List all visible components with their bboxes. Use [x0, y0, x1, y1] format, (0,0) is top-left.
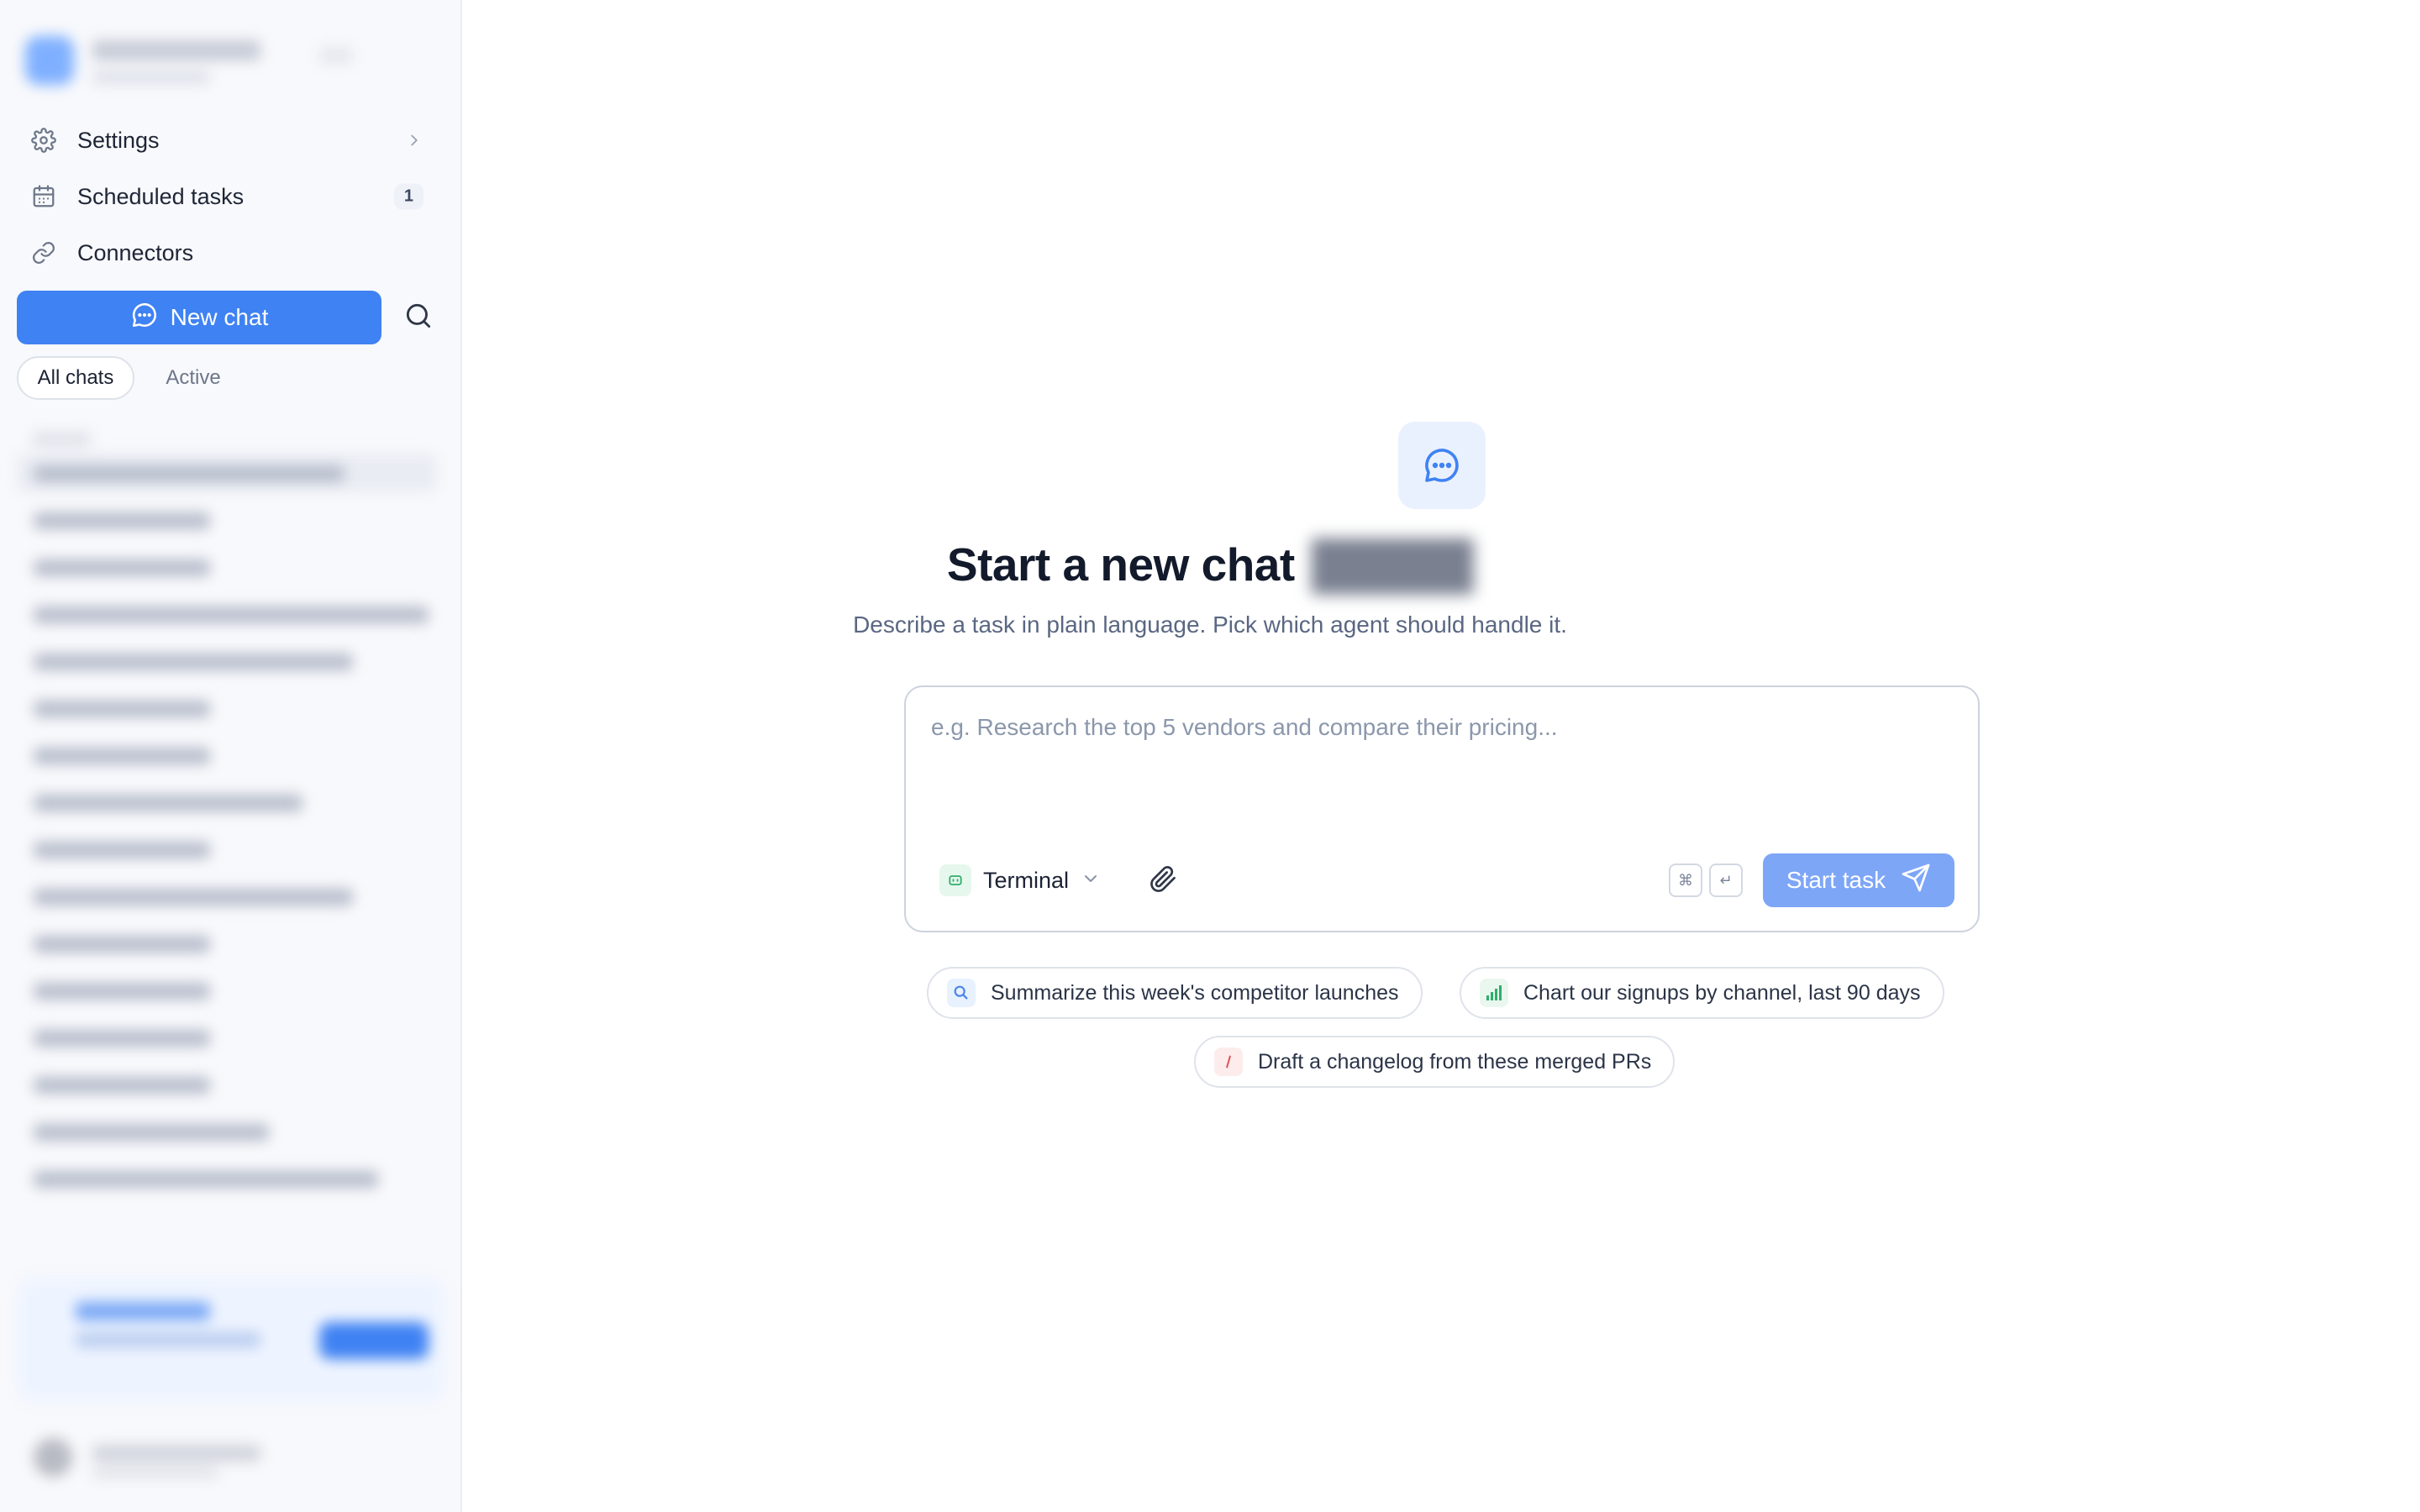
- send-icon: [1901, 863, 1931, 899]
- chat-history-item[interactable]: [17, 877, 437, 916]
- chat-history-item[interactable]: [17, 642, 437, 680]
- count-badge: 1: [393, 183, 424, 210]
- avatar: [34, 1438, 72, 1477]
- chat-bubble-icon: [1398, 422, 1486, 509]
- chat-history-item[interactable]: [17, 1018, 437, 1057]
- sidebar-item-scheduled-tasks[interactable]: Scheduled tasks 1: [17, 171, 437, 222]
- new-chat-button[interactable]: New chat: [17, 291, 381, 344]
- suggestion-label: Chart our signups by channel, last 90 da…: [1523, 980, 1921, 1005]
- chat-bubble-icon: [130, 301, 159, 335]
- chat-history-item[interactable]: [17, 501, 437, 539]
- cmd-key-hint: ⌘: [1669, 864, 1702, 897]
- user-profile[interactable]: [25, 1428, 437, 1487]
- chevron-right-icon: [405, 131, 424, 150]
- magnifier-icon: [947, 979, 976, 1007]
- tab-all-chats[interactable]: All chats: [17, 356, 134, 400]
- paperclip-icon: [1148, 864, 1178, 898]
- workspace-name: [92, 40, 260, 60]
- redacted-agent-name: █████: [1311, 538, 1474, 591]
- workspace-switcher-icon: [319, 47, 353, 64]
- suggestion-chip[interactable]: Chart our signups by channel, last 90 da…: [1460, 967, 1944, 1019]
- tab-active[interactable]: Active: [151, 356, 235, 400]
- chat-section-heading: [32, 432, 91, 447]
- document-icon: [1214, 1047, 1243, 1076]
- link-icon: [29, 238, 59, 268]
- chevron-down-icon: [1081, 869, 1101, 893]
- upgrade-description: [76, 1332, 260, 1347]
- suggestion-label: Draft a changelog from these merged PRs: [1258, 1049, 1652, 1074]
- task-input[interactable]: [929, 712, 1941, 808]
- new-chat-label: New chat: [170, 304, 269, 330]
- terminal-agent-icon: [939, 864, 971, 896]
- chat-history-item[interactable]: [17, 1159, 437, 1198]
- chat-history-item[interactable]: [17, 783, 437, 822]
- start-task-label: Start task: [1786, 867, 1886, 893]
- workspace-subtitle: [92, 71, 210, 84]
- agent-selector[interactable]: Terminal: [939, 862, 1101, 899]
- chat-history-item[interactable]: [17, 454, 437, 492]
- suggestion-label: Summarize this week's competitor launche…: [991, 980, 1399, 1005]
- sidebar-item-label: Connectors: [77, 239, 194, 265]
- workspace-header[interactable]: [25, 32, 445, 91]
- upgrade-card: [17, 1277, 445, 1403]
- sidebar-item-label: Scheduled tasks: [77, 183, 245, 209]
- search-chats-button[interactable]: [398, 297, 439, 338]
- user-name: [92, 1445, 260, 1462]
- chat-history-item[interactable]: [17, 971, 437, 1010]
- start-task-button[interactable]: Start task: [1763, 853, 1954, 907]
- sidebar-item-connectors[interactable]: Connectors: [17, 228, 437, 278]
- chat-history-item[interactable]: [17, 689, 437, 727]
- upgrade-button[interactable]: [319, 1322, 429, 1359]
- sidebar-item-label: Settings: [77, 127, 160, 153]
- sidebar-item-settings[interactable]: Settings: [17, 115, 437, 165]
- suggestion-chip[interactable]: Draft a changelog from these merged PRs: [1194, 1036, 1676, 1088]
- user-email: [92, 1467, 218, 1478]
- sidebar: Settings Scheduled tasks 1 Connectors Ne…: [0, 0, 462, 1512]
- agent-name: Terminal: [983, 867, 1070, 893]
- workspace-avatar: [25, 36, 74, 85]
- chat-history-item[interactable]: [17, 736, 437, 774]
- enter-key-hint: ↵: [1709, 864, 1743, 897]
- chat-history-item[interactable]: [17, 924, 437, 963]
- calendar-icon: [29, 181, 59, 212]
- suggestion-chip[interactable]: Summarize this week's competitor launche…: [927, 967, 1423, 1019]
- chat-history-item[interactable]: [17, 830, 437, 869]
- attach-file-button[interactable]: [1144, 862, 1181, 899]
- upgrade-title: [76, 1302, 210, 1320]
- bar-chart-icon: [1480, 979, 1508, 1007]
- chat-history-item[interactable]: [17, 1112, 437, 1151]
- gear-icon: [29, 125, 59, 155]
- task-composer: Terminal ⌘ ↵ Start task: [904, 685, 1980, 932]
- page-subtitle: Describe a task in plain language. Pick …: [853, 612, 1567, 638]
- search-icon: [402, 300, 434, 336]
- page-title: Start a new chat █████: [946, 538, 1474, 591]
- chat-history-item[interactable]: [17, 1065, 437, 1104]
